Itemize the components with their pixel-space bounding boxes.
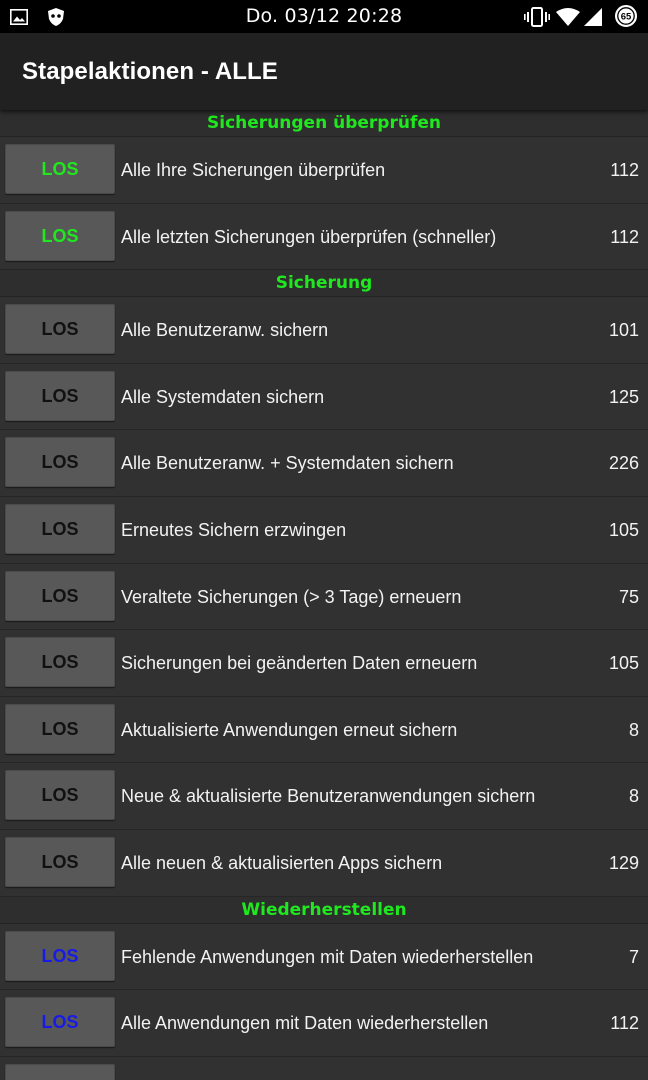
- row-count: 129: [608, 852, 639, 873]
- row-count: 105: [608, 519, 639, 540]
- row-label: Neue & aktualisierte Benutzeranwendungen…: [121, 786, 536, 807]
- list-item: LOS Alle Systemdaten sichern 125: [0, 363, 648, 431]
- row-label: Alle letzten Sicherungen überprüfen (sch…: [121, 226, 497, 247]
- los-button[interactable]: LOS: [5, 304, 115, 355]
- los-button[interactable]: LOS: [5, 437, 115, 488]
- row-label: Alle Systemdaten sichern: [121, 386, 325, 407]
- los-button[interactable]: LOS: [5, 370, 115, 421]
- list-item: LOS Fehlende Anwendungen mit Daten wiede…: [0, 923, 648, 991]
- wifi-icon: [555, 7, 581, 31]
- row-count: 226: [608, 453, 639, 474]
- list-item: LOS Alle neuen & aktualisierten Apps sic…: [0, 829, 648, 897]
- batch-actions-list[interactable]: Sicherungen überprüfen LOS Alle Ihre Sic…: [0, 110, 648, 1080]
- signal-icon: [583, 7, 603, 31]
- los-button[interactable]: LOS: [5, 210, 115, 261]
- row-label: Alle Benutzeranw. sichern: [121, 320, 329, 341]
- app-bar: Stapelaktionen - ALLE: [0, 33, 648, 110]
- los-button[interactable]: LOS: [5, 836, 115, 887]
- list-item: LOS Erneutes Sichern erzwingen 105: [0, 496, 648, 564]
- row-label: Fehlende Anwendungen mit Daten wiederher…: [121, 946, 534, 967]
- list-item: LOS Veraltete Sicherungen (> 3 Tage) ern…: [0, 563, 648, 631]
- list-item: LOS Alle Benutzeranw. sichern 101: [0, 297, 648, 364]
- los-button[interactable]: LOS: [5, 930, 115, 981]
- los-button[interactable]: LOS: [5, 637, 115, 688]
- list-item: LOS Alle Anwendungen mit Daten wiederher…: [0, 990, 648, 1057]
- row-label: Aktualisierte Anwendungen erneut sichern: [121, 719, 458, 740]
- row-label: Alle Anwendungen mit Daten wiederherstel…: [121, 1013, 489, 1034]
- status-bar: Do. 03/12 20:28 65: [0, 0, 648, 33]
- list-item: LOS Sicherungen bei geänderten Daten ern…: [0, 630, 648, 697]
- row-count: 7: [628, 946, 639, 967]
- los-button[interactable]: LOS: [5, 144, 115, 194]
- row-count: 101: [608, 320, 639, 341]
- row-label: Alle Benutzeranw. + Systemdaten sichern: [121, 453, 454, 474]
- section-backup: Sicherung LOS Alle Benutzeranw. sichern …: [0, 270, 648, 897]
- los-button[interactable]: LOS: [5, 703, 115, 754]
- page-title: Stapelaktionen - ALLE: [22, 58, 278, 85]
- list-item: LOS Alle Benutzeranw. + Systemdaten sich…: [0, 430, 648, 497]
- list-item: LOS Aktualisierte Anwendungen erneut sic…: [0, 696, 648, 764]
- row-count: 105: [608, 653, 639, 674]
- status-clock: Do. 03/12 20:28: [245, 5, 403, 27]
- battery-level: 65: [621, 12, 632, 23]
- list-item: [0, 1056, 648, 1080]
- row-label: Sicherungen bei geänderten Daten erneuer…: [121, 653, 478, 674]
- row-count: 8: [628, 786, 639, 807]
- list-item: LOS Neue & aktualisierte Benutzeranwendu…: [0, 763, 648, 830]
- section-header: Wiederherstellen: [0, 896, 648, 924]
- los-button[interactable]: LOS: [5, 503, 115, 554]
- row-count: 125: [608, 386, 639, 407]
- section-verify-backups: Sicherungen überprüfen LOS Alle Ihre Sic…: [0, 110, 648, 271]
- section-restore: Wiederherstellen LOS Fehlende Anwendunge…: [0, 896, 648, 1080]
- row-count: 112: [610, 226, 639, 247]
- row-count: 112: [610, 1013, 639, 1034]
- los-button[interactable]: LOS: [5, 770, 115, 821]
- vibrate-icon: [524, 6, 551, 32]
- row-label: Alle Ihre Sicherungen überprüfen: [121, 160, 386, 180]
- row-label: Alle neuen & aktualisierten Apps sichern: [121, 852, 443, 873]
- battery-icon: 65: [614, 4, 638, 32]
- los-button[interactable]: LOS: [5, 997, 115, 1048]
- row-count: 75: [618, 586, 639, 607]
- section-header: Sicherungen überprüfen: [0, 110, 648, 137]
- list-item: LOS Alle Ihre Sicherungen überprüfen 112: [0, 137, 648, 204]
- los-button[interactable]: [5, 1063, 115, 1080]
- list-item: LOS Alle letzten Sicherungen überprüfen …: [0, 203, 648, 271]
- los-button[interactable]: LOS: [5, 570, 115, 621]
- row-count: 112: [610, 160, 639, 180]
- row-label: Veraltete Sicherungen (> 3 Tage) erneuer…: [121, 586, 462, 607]
- row-count: 8: [628, 719, 639, 740]
- section-header: Sicherung: [0, 270, 648, 298]
- row-label: Erneutes Sichern erzwingen: [121, 519, 347, 540]
